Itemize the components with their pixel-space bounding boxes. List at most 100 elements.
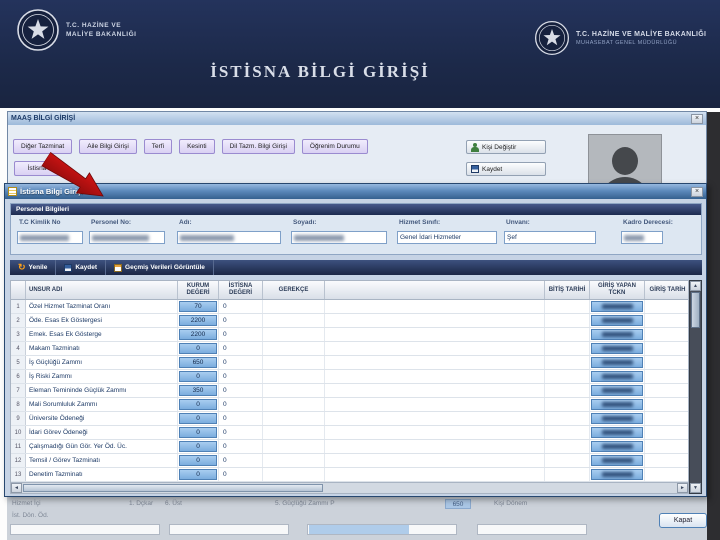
kurum-degeri-value: 0 [179, 427, 217, 438]
background-text: 6. Üst [165, 500, 182, 507]
filler-cell [325, 440, 545, 453]
giris-yapan-tckn-cell [590, 468, 645, 481]
istisna-degeri-cell[interactable]: 0 [219, 356, 263, 369]
background-text: 1. Dçkar [129, 500, 154, 507]
gerekce-cell[interactable] [263, 370, 325, 383]
table-row[interactable]: 6 İş Riski Zammı 0 0 [11, 370, 688, 384]
table-row[interactable]: 2 Öde. Esas Ek Göstergesi 2200 0 [11, 314, 688, 328]
tckn-masked-value [591, 455, 643, 466]
filler-cell [325, 468, 545, 481]
maas-toolbar-button-5[interactable]: Öğrenim Durumu [301, 139, 368, 154]
table-row[interactable]: 9 Üniversite Ödeneği 0 0 [11, 412, 688, 426]
table-row[interactable]: 1 Özel Hizmet Tazminat Oranı 70 0 [11, 300, 688, 314]
bitis-tarihi-cell [545, 314, 590, 327]
soyadi-input[interactable] [291, 231, 387, 244]
kapat-button[interactable]: Kapat [659, 513, 707, 528]
gerekce-cell[interactable] [263, 440, 325, 453]
table-row[interactable]: 13 Denetim Tazminatı 0 0 [11, 468, 688, 482]
gerekce-cell[interactable] [263, 342, 325, 355]
tc-kimlik-input[interactable] [17, 231, 83, 244]
yenile-button[interactable]: ↻ Yenile [10, 260, 57, 275]
tckn-masked-value [591, 469, 643, 480]
horizontal-scrollbar[interactable]: ◄ ► [10, 482, 689, 494]
maas-toolbar-button-1[interactable]: Aile Bilgi Girişi [79, 139, 137, 154]
istisna-degeri-cell[interactable]: 0 [219, 328, 263, 341]
row-number: 8 [11, 398, 26, 411]
unsur-adi-cell: İş Riski Zammı [26, 370, 178, 383]
scroll-up-icon[interactable]: ▲ [690, 281, 701, 291]
history-icon [114, 263, 123, 272]
vertical-scrollbar-thumb[interactable] [691, 292, 700, 328]
close-icon[interactable]: × [691, 113, 703, 124]
kurum-degeri-cell: 0 [178, 412, 219, 425]
gerekce-cell[interactable] [263, 454, 325, 467]
giris-tarihi-cell [645, 468, 690, 481]
istisna-degeri-cell[interactable]: 0 [219, 342, 263, 355]
maas-toolbar-row1: Diğer Tazminat Aile Bilgi Girişi Terfi Kesi… [13, 139, 368, 154]
maas-toolbar-button-0[interactable]: Diğer Tazminat [13, 139, 73, 154]
scroll-left-icon[interactable]: ◄ [11, 483, 22, 493]
table-row[interactable]: 8 Mali Sorumluluk Zammı 0 0 [11, 398, 688, 412]
table-row[interactable]: 5 İş Güçlüğü Zammı 650 0 [11, 356, 688, 370]
row-number: 5 [11, 356, 26, 369]
kaydet-label: Kaydet [482, 165, 503, 173]
vertical-scrollbar[interactable]: ▲ ▼ [689, 280, 702, 494]
kadro-derecesi-input[interactable] [621, 231, 663, 244]
istisna-degeri-cell[interactable]: 0 [219, 454, 263, 467]
gerekce-cell[interactable] [263, 356, 325, 369]
gerekce-cell[interactable] [263, 398, 325, 411]
background-field [477, 524, 587, 535]
gerekce-cell[interactable] [263, 412, 325, 425]
giris-yapan-tckn-cell [590, 412, 645, 425]
hizmet-sinifi-input[interactable]: Genel İdari Hizmetler [397, 231, 497, 244]
giris-tarihi-cell [645, 328, 690, 341]
unvani-input[interactable]: Şef [504, 231, 596, 244]
bitis-tarihi-cell [545, 440, 590, 453]
gecmis-verileri-button[interactable]: Geçmiş Verileri Görüntüle [106, 260, 214, 275]
istisna-degeri-cell[interactable]: 0 [219, 314, 263, 327]
bitis-tarihi-cell [545, 370, 590, 383]
group-title: Personel Bilgileri [11, 204, 701, 215]
istisna-degeri-cell[interactable]: 0 [219, 300, 263, 313]
istisna-degeri-cell[interactable]: 0 [219, 468, 263, 481]
filler-cell [325, 300, 545, 313]
istisna-degeri-cell[interactable]: 0 [219, 384, 263, 397]
table-row[interactable]: 7 Eleman Temininde Güçlük Zammı 350 0 [11, 384, 688, 398]
kurum-degeri-value: 0 [179, 371, 217, 382]
background-text: Hizmet İçi [12, 500, 41, 507]
horizontal-scrollbar-thumb[interactable] [23, 484, 323, 492]
table-row[interactable]: 4 Makam Tazminatı 0 0 [11, 342, 688, 356]
table-row[interactable]: 3 Emek. Esas Ek Gösterge 2200 0 [11, 328, 688, 342]
table-row[interactable]: 10 İdari Görev Ödeneği 0 0 [11, 426, 688, 440]
gerekce-cell[interactable] [263, 300, 325, 313]
istisna-degeri-cell[interactable]: 0 [219, 412, 263, 425]
kaydet-action-button[interactable]: Kaydet [56, 260, 107, 275]
scroll-right-icon[interactable]: ► [677, 483, 688, 493]
istisna-degeri-cell[interactable]: 0 [219, 398, 263, 411]
gerekce-cell[interactable] [263, 468, 325, 481]
istisna-degeri-cell[interactable]: 0 [219, 370, 263, 383]
maas-toolbar-button-2[interactable]: Terfi [143, 139, 173, 154]
table-row[interactable]: 11 Çalışmadığı Gün Gör. Yer Öd. Üc. 0 0 [11, 440, 688, 454]
gerekce-cell[interactable] [263, 314, 325, 327]
giris-yapan-tckn-cell [590, 440, 645, 453]
personel-no-input[interactable] [89, 231, 165, 244]
column-header-8: GİRİŞ TARİH [649, 286, 686, 293]
save-icon [471, 165, 479, 173]
gerekce-cell[interactable] [263, 384, 325, 397]
table-row[interactable]: 12 Temsil / Görev Tazminatı 0 0 [11, 454, 688, 468]
scroll-down-icon[interactable]: ▼ [690, 483, 701, 493]
kisi-degistir-button[interactable]: Kişi Değiştir [466, 140, 546, 154]
adi-input[interactable] [177, 231, 281, 244]
maas-toolbar-button-4[interactable]: Dil Tazm. Bilgi Girişi [221, 139, 295, 154]
kaydet-button[interactable]: Kaydet [466, 162, 546, 176]
filler-cell [325, 356, 545, 369]
maas-toolbar-button-3[interactable]: Kesinti [179, 139, 215, 154]
gerekce-cell[interactable] [263, 426, 325, 439]
tckn-masked-value [591, 357, 643, 368]
gerekce-cell[interactable] [263, 328, 325, 341]
close-icon[interactable]: × [691, 186, 703, 197]
istisna-degeri-cell[interactable]: 0 [219, 426, 263, 439]
istisna-degeri-cell[interactable]: 0 [219, 440, 263, 453]
maas-titlebar[interactable]: MAAŞ BİLGİ GİRİŞİ × [8, 112, 706, 125]
